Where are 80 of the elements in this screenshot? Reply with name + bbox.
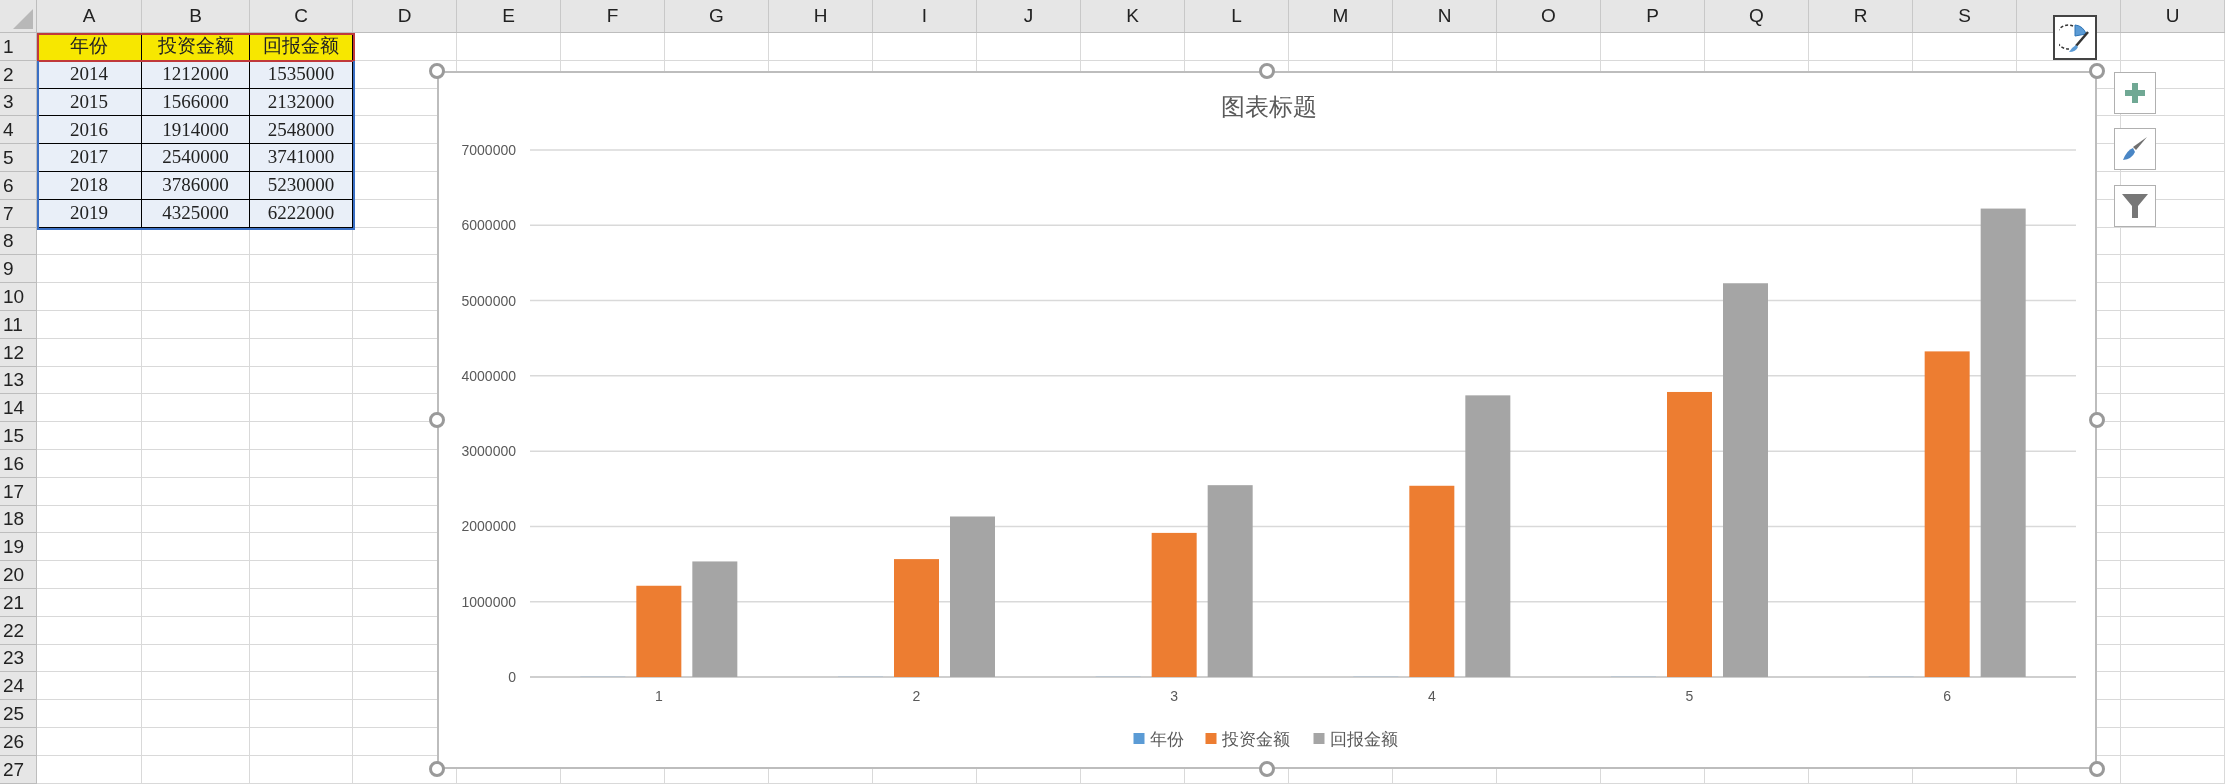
chart-title: 图表标题 (1221, 93, 1317, 120)
resize-handle[interactable] (429, 412, 445, 428)
resize-handle[interactable] (2089, 761, 2105, 777)
axis-label: 6000000 (461, 217, 516, 234)
add-element-button[interactable] (2114, 72, 2156, 114)
table-cell: 4325000 (142, 199, 250, 228)
legend-item: 年份 (1133, 730, 1184, 749)
table-cell: 2132000 (250, 88, 353, 117)
legend-label: 回报金额 (1329, 730, 1398, 749)
resize-handle[interactable] (429, 761, 445, 777)
axis-label: 4 (1427, 688, 1436, 704)
table-cell: 5230000 (250, 172, 353, 200)
plus-icon (2125, 83, 2145, 103)
column-header[interactable]: A (82, 1, 96, 31)
column-header[interactable]: D (397, 1, 412, 31)
table-cell: 2019 (37, 199, 142, 228)
column-header[interactable]: G (709, 1, 724, 31)
legend-label: 投资金额 (1220, 730, 1290, 749)
column-header[interactable]: L (1231, 1, 1242, 31)
axis-label: 2 (912, 688, 921, 704)
axis-label: 1 (654, 688, 663, 704)
table-cell: 3741000 (250, 144, 353, 172)
column-header[interactable]: U (2165, 1, 2180, 31)
column-header[interactable]: E (502, 1, 515, 31)
axis-label: 1000000 (461, 593, 516, 610)
table-cell: 6222000 (250, 199, 353, 228)
select-all-corner[interactable] (13, 9, 33, 29)
axis-label: 5 (1685, 688, 1694, 704)
table-cell: 2548000 (250, 116, 353, 145)
table-cell: 2017 (37, 144, 142, 172)
legend-item: 投资金额 (1205, 730, 1290, 749)
table-cell: 2016 (37, 116, 142, 145)
column-header[interactable]: F (606, 1, 619, 31)
brush-icon (2122, 136, 2148, 162)
axis-label: 4000000 (461, 367, 516, 384)
column-header[interactable]: N (1437, 1, 1452, 31)
table-cell: 2018 (37, 172, 142, 200)
resize-handle[interactable] (2089, 63, 2105, 79)
resize-handle[interactable] (429, 63, 445, 79)
filter-icon (2121, 192, 2149, 220)
resize-handle[interactable] (1259, 761, 1275, 777)
style-button[interactable] (2114, 128, 2156, 170)
column-header[interactable]: P (1646, 1, 1659, 31)
resize-handle[interactable] (1259, 63, 1275, 79)
chart-style-button[interactable] (2053, 15, 2097, 60)
axis-label: 0 (508, 669, 516, 685)
table-cell: 2015 (37, 88, 142, 117)
filter-button[interactable] (2114, 185, 2156, 227)
legend-label: 年份 (1149, 730, 1184, 749)
column-header[interactable]: K (1126, 1, 1139, 31)
axis-label: 6 (1943, 688, 1952, 704)
column-header[interactable]: H (813, 1, 828, 31)
legend-item: 回报金额 (1313, 730, 1398, 749)
pie-brush-icon (2059, 21, 2091, 54)
table-cell: 3786000 (142, 172, 250, 200)
table-cell: 1212000 (142, 60, 250, 89)
table-cell: 1535000 (250, 60, 353, 89)
axis-label: 5000000 (461, 292, 516, 309)
column-header[interactable]: B (189, 1, 202, 31)
table-cell: 1914000 (142, 116, 250, 145)
table-cell: 2540000 (142, 144, 250, 172)
column-header[interactable]: S (1958, 1, 1971, 31)
column-header[interactable]: C (294, 1, 308, 31)
table-cell: 2014 (37, 60, 142, 89)
column-header[interactable]: M (1332, 1, 1349, 31)
table-cell: 年份 (37, 33, 142, 61)
axis-label: 7000000 (461, 142, 516, 158)
table-cell: 回报金额 (250, 33, 353, 61)
column-header[interactable]: O (1541, 1, 1556, 31)
axis-label: 3000000 (461, 443, 516, 460)
axis-label: 2000000 (461, 518, 516, 535)
column-header[interactable]: I (921, 1, 928, 31)
table-cell: 1566000 (142, 88, 250, 117)
resize-handle[interactable] (2089, 412, 2105, 428)
axis-label: 3 (1170, 688, 1179, 704)
chart-area[interactable]: 图表标题 0 1000000 2000000 3000000 4000000 5000000 6000000 7000000 1 2 3 4 5 6 年份 投资金额 回报金额 (437, 71, 2097, 769)
table-cell: 投资金额 (142, 33, 250, 61)
column-header[interactable]: R (1853, 1, 1868, 31)
column-header[interactable]: Q (1749, 1, 1764, 31)
column-header[interactable]: J (1023, 1, 1034, 31)
